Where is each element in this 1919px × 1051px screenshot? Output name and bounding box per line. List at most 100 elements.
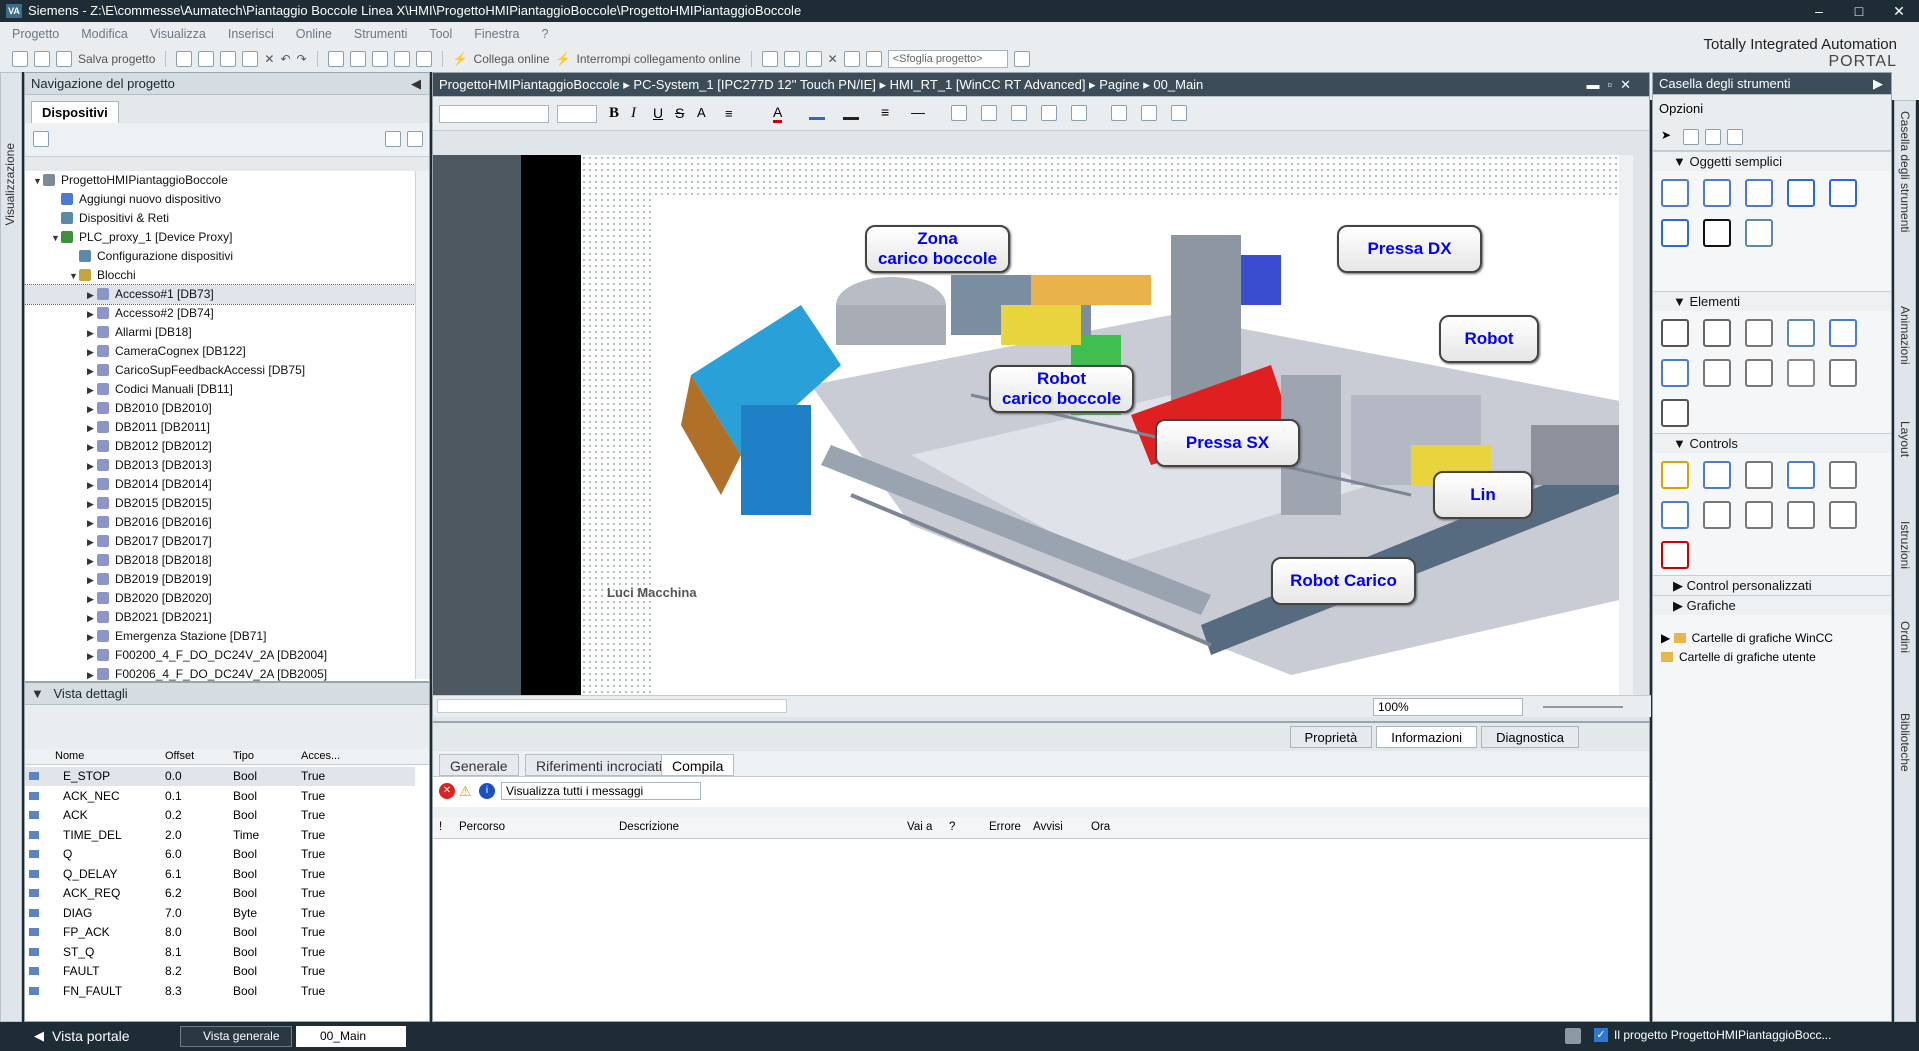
- font-size-select[interactable]: [557, 105, 597, 123]
- compile-icon[interactable]: [327, 51, 344, 67]
- redo-icon[interactable]: ↷: [297, 52, 307, 66]
- message-col-header[interactable]: Vai a: [907, 821, 932, 833]
- expand-arrow-icon[interactable]: ▶: [87, 533, 97, 552]
- symbolic-io-icon[interactable]: [1745, 319, 1773, 347]
- alarm-view-icon[interactable]: [1661, 461, 1689, 489]
- table-view-icon[interactable]: [33, 131, 49, 147]
- list-view-icon[interactable]: [385, 131, 401, 147]
- search-project-icon[interactable]: [1013, 51, 1030, 67]
- tree-item[interactable]: ▶ Codici Manuali [DB11]: [25, 380, 417, 399]
- table-row[interactable]: E_STOP 0.0 Bool True: [25, 767, 415, 786]
- message-filter-select[interactable]: Visualizza tutti i messaggi: [501, 782, 701, 800]
- clock-icon[interactable]: [1661, 399, 1689, 427]
- editor-window-controls-icon[interactable]: ▬▫✕: [1586, 73, 1639, 97]
- open-project-icon[interactable]: [34, 51, 50, 67]
- warning-filter-icon[interactable]: ⚠: [459, 783, 472, 800]
- polyline-icon[interactable]: [1703, 179, 1731, 207]
- right-vtab-5[interactable]: Biblioteche: [1898, 713, 1912, 772]
- details-col-header[interactable]: Acces...: [301, 750, 340, 762]
- start-simulation-icon[interactable]: [415, 51, 432, 67]
- tree-item[interactable]: Dispositivi & Reti: [25, 209, 417, 228]
- menu-finestra[interactable]: Finestra: [474, 27, 519, 41]
- expand-arrow-icon[interactable]: ▼: [69, 267, 79, 286]
- right-vtab-1[interactable]: Animazioni: [1898, 306, 1912, 365]
- go-online-icon[interactable]: ⚡: [453, 52, 468, 66]
- tree-item[interactable]: ▶ DB2013 [DB2013]: [25, 456, 417, 475]
- bar-icon[interactable]: [1661, 359, 1689, 387]
- tree-scrollbar[interactable]: [415, 171, 429, 679]
- menu-inserisci[interactable]: Inserisci: [228, 27, 274, 41]
- right-vtab-2[interactable]: Layout: [1898, 421, 1912, 457]
- portal-view-button[interactable]: Vista portale: [52, 1028, 130, 1044]
- graphic-io-icon[interactable]: [1787, 319, 1815, 347]
- project-search-input[interactable]: <Sfoglia progetto>: [887, 50, 1008, 68]
- tree-item[interactable]: ▶ DB2018 [DB2018]: [25, 551, 417, 570]
- circle-icon[interactable]: [1829, 179, 1857, 207]
- pdf-view-icon[interactable]: [1661, 541, 1689, 569]
- f-xy-icon[interactable]: [1745, 501, 1773, 529]
- toolbox-section-2[interactable]: ▼ Controls: [1653, 433, 1891, 453]
- cut-icon[interactable]: [198, 51, 215, 67]
- tree-item[interactable]: ▶ DB2012 [DB2012]: [25, 437, 417, 456]
- expand-arrow-icon[interactable]: ▼: [33, 172, 43, 191]
- hmi-label-pressadx[interactable]: Pressa DX: [1337, 225, 1482, 273]
- grid-icon[interactable]: [1141, 105, 1157, 121]
- tree-item[interactable]: ▶ DB2017 [DB2017]: [25, 532, 417, 551]
- date-time-icon[interactable]: [1829, 319, 1857, 347]
- accessible-devices-icon[interactable]: [761, 51, 778, 67]
- expand-arrow-icon[interactable]: ▶: [87, 419, 97, 438]
- close-icon[interactable]: ✕: [1879, 0, 1919, 22]
- hmi-label-robotcaricob[interactable]: Robot Carico: [1271, 557, 1416, 605]
- upload-icon[interactable]: [371, 51, 388, 67]
- strikethrough-icon[interactable]: S: [675, 105, 684, 121]
- inspector-tab-2[interactable]: Diagnostica: [1481, 726, 1579, 748]
- menu-online[interactable]: Online: [296, 27, 332, 41]
- font-grow-icon[interactable]: A: [697, 105, 706, 120]
- table-row[interactable]: FN_FAULT 8.3 Bool True: [25, 982, 415, 1001]
- menu-tool[interactable]: Tool: [429, 27, 452, 41]
- info-filter-icon[interactable]: i: [479, 783, 495, 799]
- tree-item[interactable]: ▶ F00200_4_F_DO_DC24V_2A [DB2004]: [25, 646, 417, 665]
- minimize-icon[interactable]: –: [1799, 0, 1839, 22]
- line-icon[interactable]: [1661, 179, 1689, 207]
- hmi-label-pressasx[interactable]: Pressa SX: [1155, 419, 1300, 467]
- vtab-visualizzazione[interactable]: Visualizzazione: [3, 143, 17, 226]
- tree-item[interactable]: ▶ CaricoSupFeedbackAccessi [DB75]: [25, 361, 417, 380]
- button-icon[interactable]: [1703, 319, 1731, 347]
- message-col-header[interactable]: Avvisi: [1033, 821, 1063, 833]
- table-row[interactable]: ST_Q 8.1 Bool True: [25, 943, 415, 962]
- table-row[interactable]: ACK 0.2 Bool True: [25, 806, 415, 825]
- maximize-icon[interactable]: □: [1839, 0, 1879, 22]
- menu-visualizza[interactable]: Visualizza: [150, 27, 206, 41]
- symbol-library-icon[interactable]: [1745, 359, 1773, 387]
- align-objects-icon[interactable]: [951, 105, 967, 121]
- graphics-folder-item[interactable]: ▶ Cartelle di grafiche WinCC: [1661, 631, 1833, 645]
- diagnostics-icon[interactable]: [805, 51, 822, 67]
- collapse-details-icon[interactable]: ▼: [31, 686, 44, 701]
- editor-vscrollbar[interactable]: [1619, 155, 1633, 695]
- tree-item[interactable]: Aggiungi nuovo dispositivo: [25, 190, 417, 209]
- breadcrumb-item[interactable]: PC-System_1 [IPC277D 12'' Touch PN/IE]: [633, 77, 875, 92]
- tab-dispositivi[interactable]: Dispositivi: [31, 101, 119, 123]
- tree-item[interactable]: ▶ DB2015 [DB2015]: [25, 494, 417, 513]
- tree-item[interactable]: Configurazione dispositivi: [25, 247, 417, 266]
- tree-item[interactable]: ▶ Emergenza Stazione [DB71]: [25, 627, 417, 646]
- zoom-icon[interactable]: [1171, 105, 1187, 121]
- table-row[interactable]: TIME_DEL 2.0 Time True: [25, 826, 415, 845]
- user-view-icon[interactable]: [1745, 461, 1773, 489]
- toolbox-close-icon[interactable]: ▶: [1873, 73, 1883, 95]
- breadcrumb-item[interactable]: HMI_RT_1 [WinCC RT Advanced]: [890, 77, 1086, 92]
- expand-arrow-icon[interactable]: ▶: [87, 286, 97, 305]
- text-field-icon[interactable]: [1703, 219, 1731, 247]
- print-icon[interactable]: [176, 51, 193, 67]
- expand-arrow-icon[interactable]: ▶: [87, 609, 97, 628]
- camera-control-icon[interactable]: [1829, 501, 1857, 529]
- message-col-header[interactable]: Errore: [989, 821, 1021, 833]
- graphics-folder-item[interactable]: Cartelle di grafiche utente: [1661, 650, 1816, 664]
- expand-arrow-icon[interactable]: ▶: [87, 514, 97, 533]
- expand-arrow-icon[interactable]: ▶: [87, 438, 97, 457]
- expand-arrow-icon[interactable]: ▶: [87, 324, 97, 343]
- tree-item[interactable]: ▶ DB2016 [DB2016]: [25, 513, 417, 532]
- right-vtab-4[interactable]: Ordini: [1898, 621, 1912, 653]
- options-icon-2[interactable]: [1683, 129, 1699, 145]
